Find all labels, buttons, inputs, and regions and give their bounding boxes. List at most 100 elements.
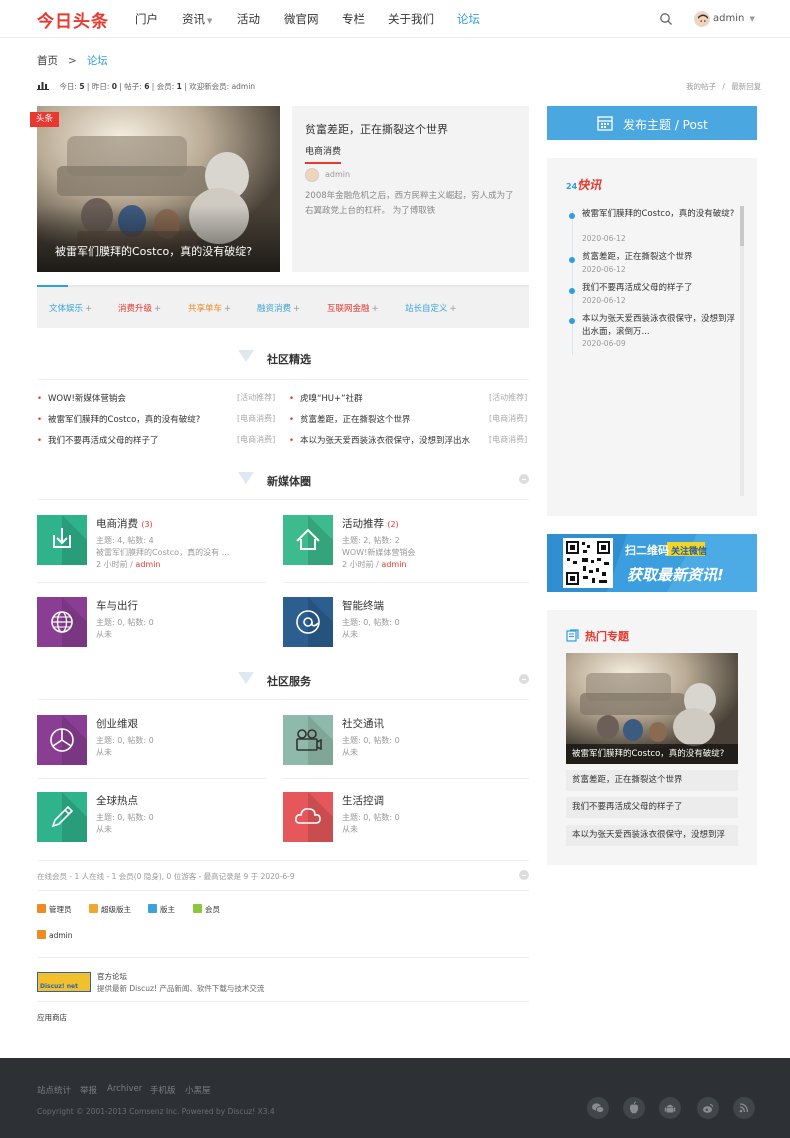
featured-thread[interactable]: 本以为张天爱西装泳衣很保守，没想到浮出水 — [289, 434, 484, 446]
video-camera-icon[interactable] — [283, 715, 333, 765]
footer-link-stats[interactable]: 站点统计 — [37, 1084, 71, 1096]
wechat-qr-banner[interactable]: 扫二维码 关注微信 获取最新资讯! — [547, 534, 757, 592]
user-menu[interactable]: admin ▼ — [713, 13, 755, 24]
collapse-icon[interactable] — [519, 674, 529, 684]
forum-name[interactable]: 创业维艰 — [96, 716, 138, 731]
featured-thread[interactable]: 被雷军们膜拜的Costco，真的没有破绽? — [37, 413, 200, 425]
forum-name[interactable]: 智能终端 — [342, 598, 384, 613]
footer-link-mobile[interactable]: 手机版 — [150, 1084, 176, 1096]
weibo-icon[interactable] — [697, 1097, 719, 1119]
headline-badge: 头条 — [30, 112, 60, 127]
breadcrumb-current[interactable]: 论坛 — [87, 55, 108, 67]
footer-link-archiver[interactable]: Archiver — [107, 1084, 142, 1094]
hero-caption[interactable]: 被雷军们膜拜的Costco，真的没有破绽? — [55, 243, 252, 259]
search-icon[interactable] — [659, 12, 673, 26]
forum-name[interactable]: 电商消费 (3) — [96, 516, 153, 531]
category-item[interactable]: 消费升级 + — [118, 302, 161, 314]
discuz-logo[interactable]: Discuz! net — [37, 972, 91, 992]
featured-card-category[interactable]: 电商消费 — [305, 144, 342, 164]
forum-name[interactable]: 全球热点 — [96, 793, 138, 808]
forum-name[interactable]: 活动推荐 (2) — [342, 516, 399, 531]
friend-link-name[interactable]: 官方论坛 — [97, 971, 127, 982]
forum-stats: 主题: 0, 帖数: 0 — [342, 736, 400, 745]
category-label: 共享单车 — [188, 304, 223, 314]
site-logo[interactable]: 今日头条 — [37, 7, 109, 32]
footer-link-blacklist[interactable]: 小黑屋 — [185, 1084, 211, 1096]
featured-thread[interactable]: WOW!新媒体营销会 — [37, 392, 126, 404]
nav-portal[interactable]: 门户 — [135, 11, 158, 27]
featured-thread[interactable]: 贫富差距，正在撕裂这个世界 — [289, 413, 411, 425]
newest-member-link[interactable]: admin — [232, 82, 256, 91]
news-flash-item[interactable]: 贫富差距，正在撕裂这个世界 — [582, 251, 737, 264]
hot-topic-item[interactable]: 我们不要再活成父母的样子了 — [566, 797, 738, 818]
home-icon[interactable] — [283, 515, 333, 565]
news-flash-item[interactable]: 被雷军们膜拜的Costco，真的没有破绽? — [582, 208, 737, 221]
online-user[interactable]: admin — [37, 930, 73, 940]
hot-topics-title: 热门专题 — [585, 630, 629, 643]
forum-last-post[interactable]: WOW!新媒体营销会 — [342, 547, 415, 559]
nav-columns[interactable]: 专栏 — [342, 11, 365, 27]
app-store-link[interactable]: 应用商店 — [37, 1012, 67, 1023]
footer-link-report[interactable]: 举报 — [80, 1084, 97, 1096]
nav-news[interactable]: 资讯 ▼ — [182, 11, 212, 27]
members-count: 1 — [176, 82, 182, 91]
category-item[interactable]: 站长自定义 + — [405, 302, 457, 314]
nav-microsite[interactable]: 微官网 — [284, 11, 319, 27]
featured-card-author[interactable]: admin — [325, 170, 350, 179]
at-sign-icon[interactable] — [283, 597, 333, 647]
news-flash-item[interactable]: 本以为张天爱西装泳衣很保守，没想到浮出水面，滚倒万... — [582, 313, 737, 339]
nav-events[interactable]: 活动 — [237, 11, 260, 27]
nav-about[interactable]: 关于我们 — [388, 11, 434, 27]
wechat-icon[interactable] — [587, 1097, 609, 1119]
category-label: 融资消费 — [257, 304, 292, 314]
forum-name[interactable]: 车与出行 — [96, 598, 138, 613]
forum-stats: 主题: 0, 帖数: 0 — [342, 618, 400, 627]
plus-icon: + — [85, 304, 93, 314]
nav-forum[interactable]: 论坛 — [457, 11, 480, 27]
thread-category[interactable]: [活动推荐] — [237, 392, 275, 403]
thread-category[interactable]: [电商消费] — [237, 413, 275, 424]
category-item[interactable]: 互联网金融 + — [327, 302, 379, 314]
latest-replies-link[interactable]: 最新回复 — [731, 82, 761, 91]
featured-thread[interactable]: 虎嗅“HU+”社群 — [289, 392, 363, 404]
hot-topic-item[interactable]: 本以为张天爱西装泳衣很保守，没想到浮 — [566, 825, 738, 846]
forum-name[interactable]: 社交通讯 — [342, 716, 384, 731]
news-flash-item[interactable]: 我们不要再活成父母的样子了 — [582, 282, 737, 295]
android-icon[interactable] — [659, 1097, 681, 1119]
breadcrumb-separator: > — [68, 55, 77, 67]
breadcrumb-home[interactable]: 首页 — [37, 55, 58, 67]
category-item[interactable]: 文体娱乐 + — [49, 302, 92, 314]
forum-last-post[interactable]: 被雷军们膜拜的Costco，真的没有 ... — [96, 547, 229, 559]
category-item[interactable]: 共享单车 + — [188, 302, 231, 314]
scrollbar-track[interactable] — [740, 206, 744, 496]
last-author[interactable]: admin — [381, 560, 406, 569]
thread-category[interactable]: [电商消费] — [489, 413, 527, 424]
featured-card-title[interactable]: 贫富差距，正在撕裂这个世界 — [305, 121, 448, 137]
user-avatar[interactable] — [694, 11, 710, 27]
featured-thread[interactable]: 我们不要再活成父母的样子了 — [37, 434, 159, 446]
section-title-community-service: 社区服务 — [267, 675, 311, 688]
collapse-icon[interactable] — [519, 870, 529, 880]
cloud-icon[interactable] — [283, 792, 333, 842]
new-post-button[interactable]: 发布主题 / Post — [547, 106, 757, 140]
hot-topic-item[interactable]: 贫富差距，正在撕裂这个世界 — [566, 770, 738, 791]
hot-topic-caption[interactable]: 被雷军们膜拜的Costco，真的没有破绽? — [566, 744, 738, 764]
collapse-icon[interactable] — [519, 474, 529, 484]
thread-category[interactable]: [电商消费] — [489, 434, 527, 445]
rss-icon[interactable] — [733, 1097, 755, 1119]
pencil-icon[interactable] — [37, 792, 87, 842]
last-author[interactable]: admin — [135, 560, 160, 569]
forum-name[interactable]: 生活控调 — [342, 793, 384, 808]
apple-icon[interactable] — [623, 1097, 645, 1119]
online-members-summary[interactable]: 在线会员 - 1 人在线 - 1 会员(0 隐身), 0 位游客 - 最高记录是… — [37, 871, 295, 882]
category-item[interactable]: 融资消费 + — [257, 302, 300, 314]
pie-chart-icon[interactable] — [37, 715, 87, 765]
my-posts-link[interactable]: 我的帖子 — [686, 82, 716, 91]
thread-category[interactable]: [电商消费] — [237, 434, 275, 445]
scrollbar-thumb[interactable] — [740, 206, 744, 246]
globe-icon[interactable] — [37, 597, 87, 647]
download-icon[interactable] — [37, 515, 87, 565]
new-post-label: 发布主题 / Post — [623, 118, 708, 132]
thread-category[interactable]: [活动推荐] — [489, 392, 527, 403]
nav-news-label: 资讯 — [182, 12, 205, 26]
